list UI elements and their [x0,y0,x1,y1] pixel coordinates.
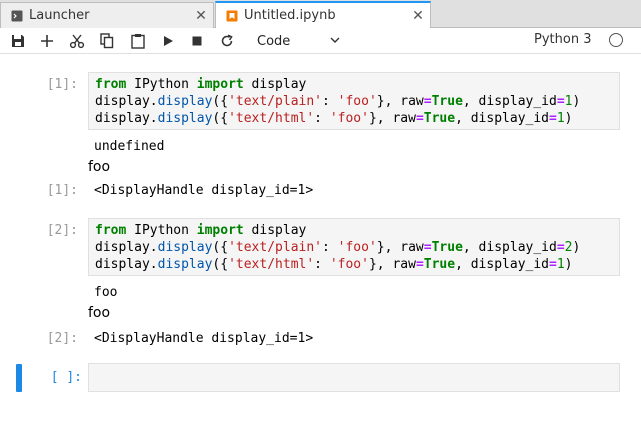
kernel-name[interactable]: Python 3 [534,32,591,47]
code-line: from IPython import display [95,77,307,92]
output-plain-text: foo [94,285,118,300]
code-line: display.display({'text/plain': 'foo'}, r… [95,94,581,109]
close-icon[interactable]: ✕ [189,8,213,24]
kernel-status-icon [609,33,623,47]
output-html: foo [88,305,111,321]
plus-icon [41,35,53,47]
chevron-down-icon [328,33,342,51]
output-plain-text: undefined [94,139,165,154]
code-line: from IPython import display [95,223,307,238]
save-icon [12,35,24,47]
cell-type-value: Code [257,33,291,49]
paste-icon [131,34,145,49]
output-html: foo [88,159,111,175]
input-prompt: [1]: [46,77,78,92]
code-editor[interactable]: from IPython import display display.disp… [88,72,620,130]
add-cell-button[interactable] [36,31,58,51]
output-prompt: [2]: [46,331,78,346]
tab-bar: Launcher ✕ Untitled.ipynb ✕ [0,0,641,28]
code-editor[interactable]: from IPython import display display.disp… [88,218,620,276]
copy-icon [100,33,114,49]
stop-icon [192,36,202,46]
code-line: display.display({'text/html': 'foo'}, ra… [95,257,573,272]
launcher-icon [11,10,23,22]
code-line: display.display({'text/html': 'foo'}, ra… [95,111,573,126]
close-icon[interactable]: ✕ [406,8,430,24]
restart-button[interactable] [216,31,238,51]
input-prompt: [2]: [46,223,78,238]
code-editor[interactable] [88,363,620,392]
cut-button[interactable] [66,31,88,51]
output-result: <DisplayHandle display_id=1> [94,183,314,198]
scissors-icon [69,34,85,49]
tab-label: Untitled.ipynb [244,8,336,23]
copy-button[interactable] [96,31,118,51]
save-button[interactable] [7,31,29,51]
tab-launcher[interactable]: Launcher ✕ [0,2,214,28]
notebook-icon [226,10,238,22]
run-button[interactable] [157,31,179,51]
play-icon [164,36,173,46]
tab-label: Launcher [29,8,90,23]
cell-type-select[interactable]: Code [250,31,346,51]
notebook-toolbar: Code Python 3 [0,28,641,54]
tab-untitled-notebook[interactable]: Untitled.ipynb ✕ [215,1,431,28]
paste-button[interactable] [127,31,149,51]
code-line: display.display({'text/plain': 'foo'}, r… [95,240,581,255]
output-result: <DisplayHandle display_id=1> [94,331,314,346]
refresh-icon [221,34,233,47]
interrupt-button[interactable] [186,31,208,51]
input-prompt: [ ]: [50,370,82,385]
output-prompt: [1]: [46,183,78,198]
